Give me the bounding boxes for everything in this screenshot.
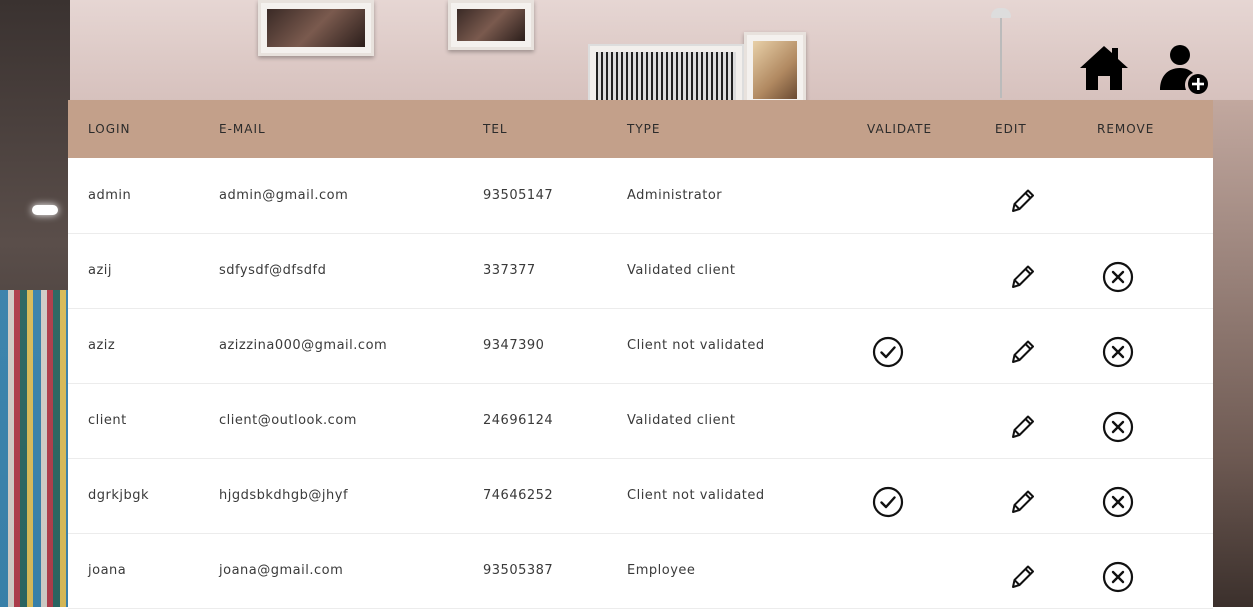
cell-validate [867, 458, 995, 533]
cell-tel: 24696124 [483, 413, 554, 428]
cell-remove [1097, 233, 1213, 308]
cell-type: Client not validated [627, 488, 765, 503]
table-row: client client@outlook.com 24696124 Validate… [68, 383, 1213, 458]
add-user-button[interactable] [1158, 42, 1210, 94]
cell-type: Validated client [627, 263, 736, 278]
cell-login: dgrkjbgk [88, 488, 150, 503]
table-row: aziz azizzina000@gmail.com 9347390 Client n… [68, 308, 1213, 383]
validate-button[interactable] [871, 485, 905, 519]
edit-button[interactable] [1005, 184, 1039, 218]
cell-email: sdfysdf@dfsdfd [219, 263, 327, 278]
table-row: joana joana@gmail.com 93505387 Employee [68, 533, 1213, 608]
x-circle-icon [1101, 335, 1135, 369]
cell-login: admin [88, 187, 132, 203]
user-plus-icon [1160, 45, 1208, 94]
cell-remove [1097, 458, 1213, 533]
x-circle-icon [1101, 560, 1135, 594]
cell-tel: 93505387 [483, 563, 554, 578]
cell-type: Validated client [627, 413, 736, 428]
x-circle-icon [1101, 410, 1135, 444]
cell-edit [995, 383, 1097, 458]
remove-button[interactable] [1101, 260, 1135, 294]
pencil-icon [1005, 410, 1039, 444]
home-icon [1080, 46, 1128, 90]
column-header-login: LOGIN [88, 122, 131, 136]
pencil-icon [1005, 335, 1039, 369]
x-circle-icon [1101, 485, 1135, 519]
edit-button[interactable] [1005, 260, 1039, 294]
remove-button[interactable] [1101, 335, 1135, 369]
pencil-icon [1005, 560, 1039, 594]
table-row: dgrkjbgk hjgdsbkdhgb@jhyf 74646252 Client n… [68, 458, 1213, 533]
table-header-row: LOGIN E-MAIL TEL TYPE VALIDATE EDIT REMO… [68, 100, 1213, 158]
background-poster [258, 0, 374, 56]
table-row: azij sdfysdf@dfsdfd 337377 Validated client [68, 233, 1213, 308]
cell-tel: 9347390 [483, 338, 545, 353]
cell-validate [867, 533, 995, 608]
cell-validate [867, 308, 995, 383]
users-table-container: LOGIN E-MAIL TEL TYPE VALIDATE EDIT REMO… [68, 100, 1213, 608]
cell-edit [995, 533, 1097, 608]
cell-edit [995, 458, 1097, 533]
pencil-icon [1005, 184, 1039, 218]
column-header-type: TYPE [627, 122, 661, 136]
column-header-email: E-MAIL [219, 122, 266, 136]
cell-remove [1097, 158, 1213, 233]
cell-edit [995, 233, 1097, 308]
remove-button[interactable] [1101, 560, 1135, 594]
column-header-validate: VALIDATE [867, 122, 933, 136]
cell-validate [867, 233, 995, 308]
cell-email: hjgdsbkdhgb@jhyf [219, 488, 349, 503]
cell-login: joana [88, 563, 127, 578]
cell-edit [995, 158, 1097, 233]
cell-type: Administrator [627, 187, 723, 203]
check-circle-icon [871, 335, 905, 369]
cell-validate [867, 383, 995, 458]
cell-type: Employee [627, 563, 696, 578]
remove-button[interactable] [1101, 410, 1135, 444]
cell-edit [995, 308, 1097, 383]
background-poster [448, 0, 534, 50]
background-poster [744, 32, 806, 108]
cell-email: azizzina000@gmail.com [219, 338, 388, 353]
validate-button[interactable] [871, 335, 905, 369]
column-header-edit: EDIT [995, 122, 1027, 136]
check-circle-icon [871, 485, 905, 519]
cell-remove [1097, 308, 1213, 383]
cell-tel: 93505147 [483, 187, 554, 203]
background-pendant-lamp [991, 8, 1011, 98]
cell-remove [1097, 533, 1213, 608]
edit-button[interactable] [1005, 410, 1039, 444]
cell-login: aziz [88, 338, 116, 353]
users-table-body: admin admin@gmail.com 93505147 Administrato… [68, 158, 1213, 608]
remove-button[interactable] [1101, 485, 1135, 519]
home-button[interactable] [1078, 42, 1130, 94]
users-table: LOGIN E-MAIL TEL TYPE VALIDATE EDIT REMO… [68, 100, 1213, 609]
table-row: admin admin@gmail.com 93505147 Administrato… [68, 158, 1213, 233]
edit-button[interactable] [1005, 335, 1039, 369]
cell-email: joana@gmail.com [219, 563, 344, 578]
column-header-tel: TEL [483, 122, 508, 136]
background-vent [588, 44, 744, 108]
cell-email: client@outlook.com [219, 413, 357, 428]
edit-button[interactable] [1005, 560, 1039, 594]
cell-login: client [88, 413, 127, 428]
cell-email: admin@gmail.com [219, 187, 349, 203]
cell-validate [867, 158, 995, 233]
cell-remove [1097, 383, 1213, 458]
cell-tel: 74646252 [483, 488, 554, 503]
cell-type: Client not validated [627, 338, 765, 353]
pencil-icon [1005, 260, 1039, 294]
pencil-icon [1005, 485, 1039, 519]
cell-login: azij [88, 263, 113, 278]
cell-tel: 337377 [483, 263, 536, 278]
x-circle-icon [1101, 260, 1135, 294]
edit-button[interactable] [1005, 485, 1039, 519]
column-header-remove: REMOVE [1097, 122, 1155, 136]
background-shelf [0, 0, 70, 607]
